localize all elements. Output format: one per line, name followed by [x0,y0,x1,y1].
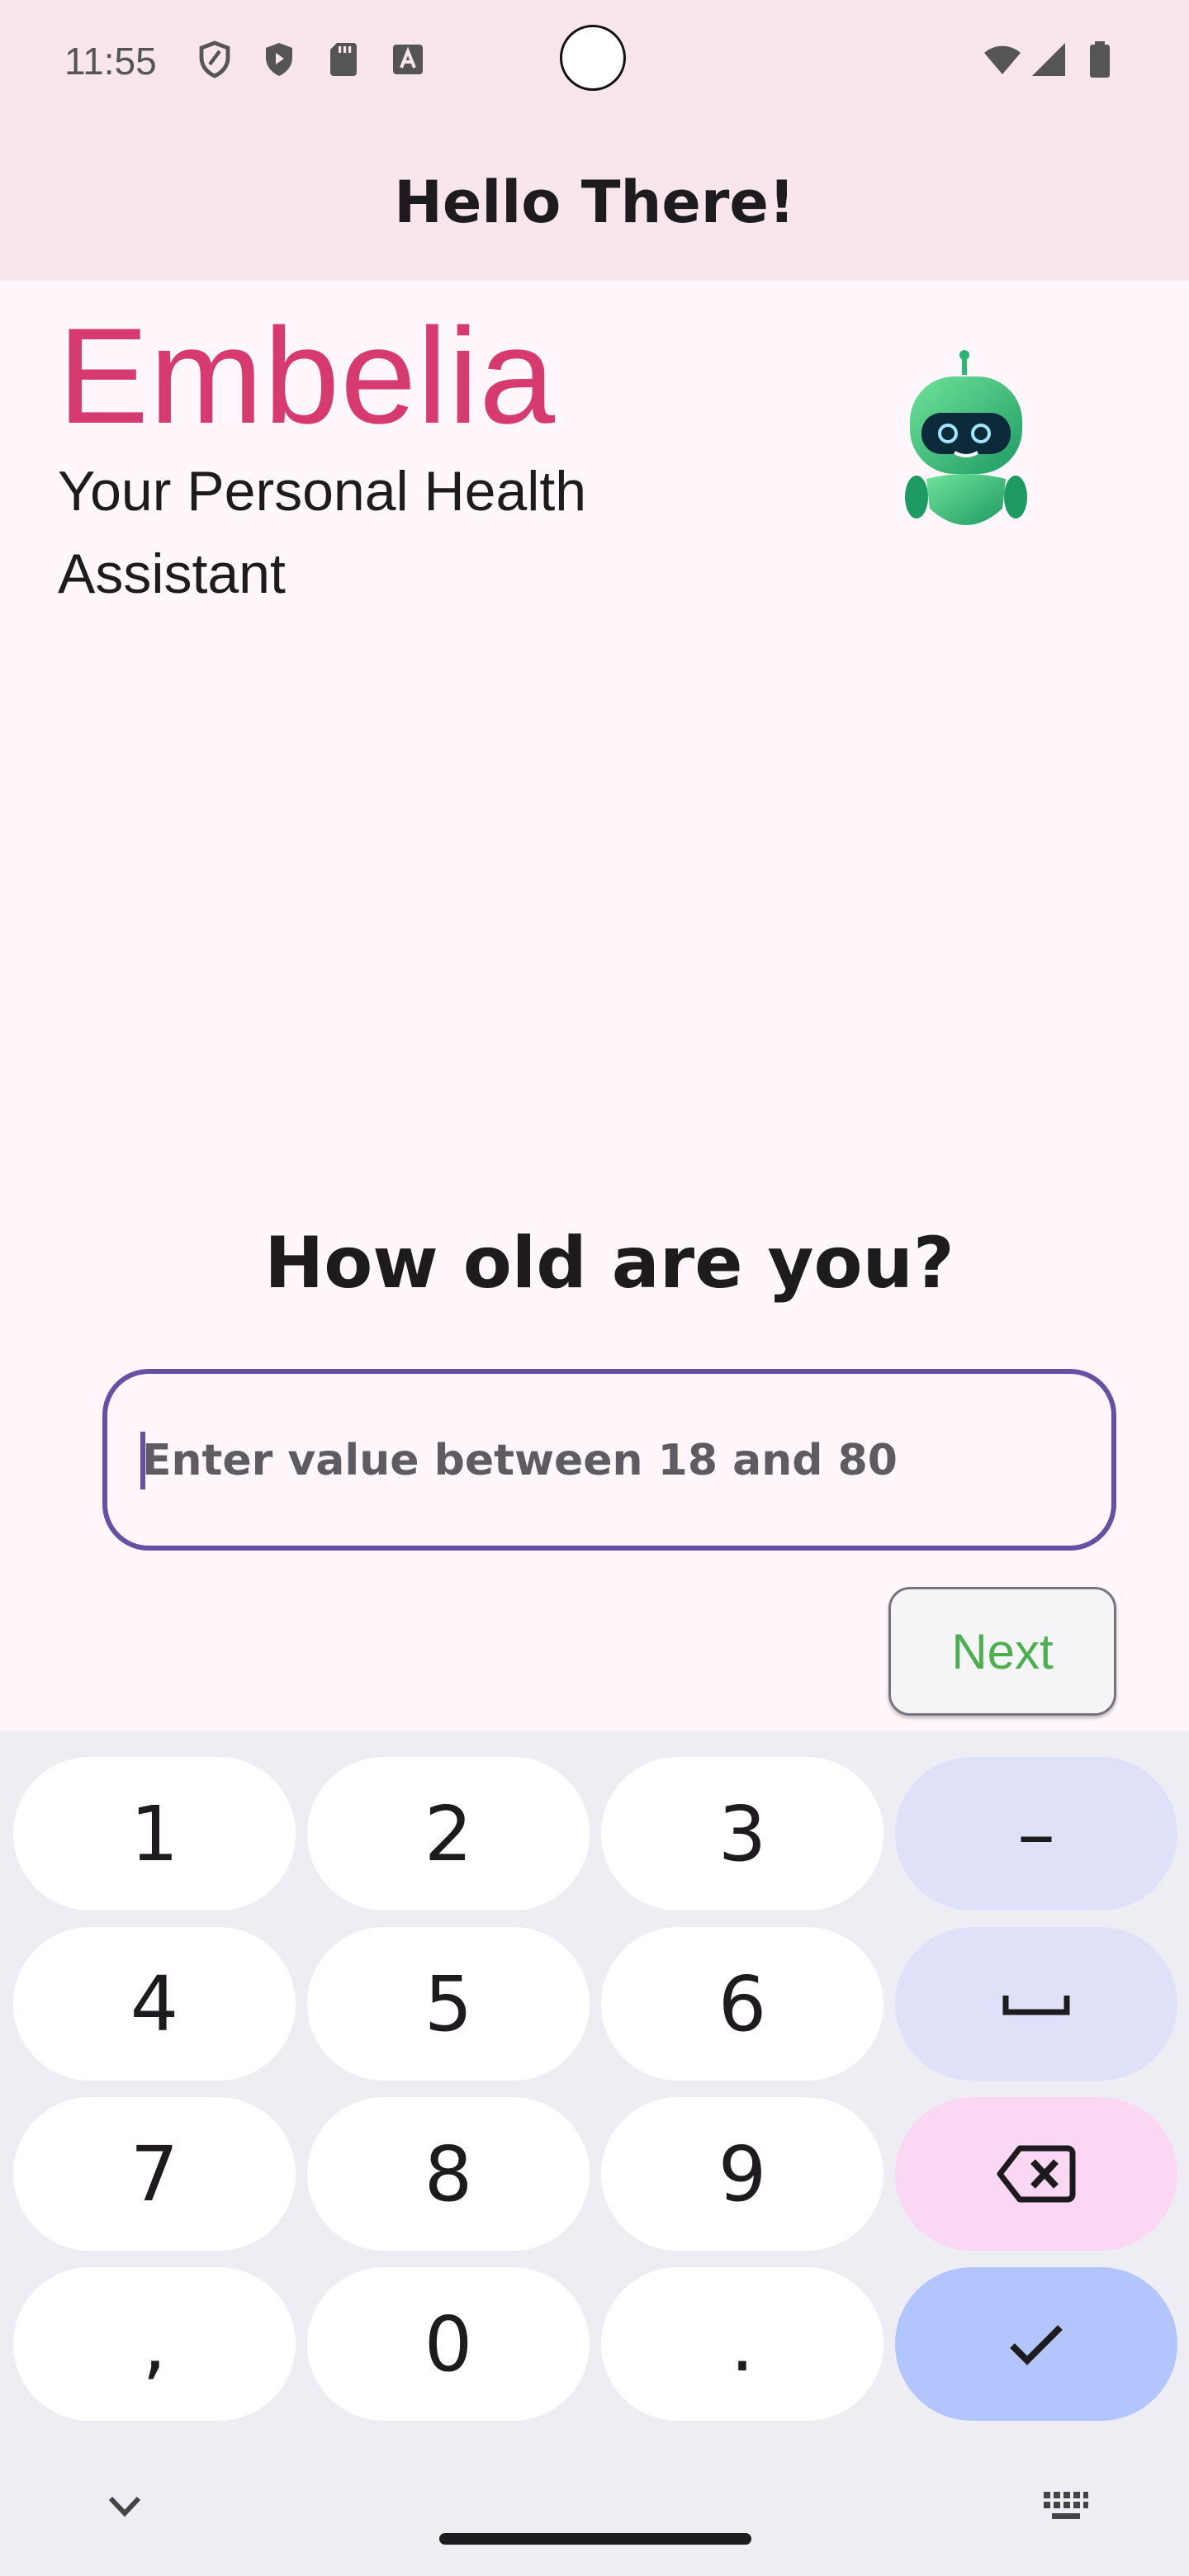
cellular-signal-icon [1032,43,1065,76]
play-shield-icon [266,43,292,76]
checkmark-icon [1010,2325,1063,2365]
key-comma[interactable]: , [13,2267,296,2421]
sd-card-icon [330,43,357,76]
key-2[interactable]: 2 [307,1757,590,1911]
robot-mascot-icon [905,350,1027,525]
chevron-down-icon[interactable] [104,2490,145,2523]
key-8[interactable]: 8 [307,2097,590,2251]
brand-name: Embelia [58,300,557,452]
key-minus[interactable]: – [895,1757,1177,1911]
key-6[interactable]: 6 [601,1927,883,2081]
key-space[interactable] [895,1927,1177,2081]
wifi-icon [984,45,1021,74]
key-9[interactable]: 9 [601,2097,883,2251]
key-period[interactable]: . [601,2267,883,2421]
key-backspace[interactable] [895,2097,1177,2251]
keyboard-switch-icon[interactable] [1042,2488,1090,2526]
key-5[interactable]: 5 [307,1927,590,2081]
key-3[interactable]: 3 [601,1757,883,1911]
shield-outline-icon [199,40,230,78]
brand-tagline: Your Personal Health Assistant [58,460,587,605]
status-time: 11:55 [64,40,157,83]
age-input[interactable] [140,1374,1068,1547]
key-7[interactable]: 7 [13,2097,296,2251]
key-4[interactable]: 4 [13,1927,296,2081]
age-input-field[interactable] [102,1369,1116,1551]
space-bar-icon [1002,1996,1070,2015]
keyboard-a-icon [393,45,423,74]
key-0[interactable]: 0 [307,2267,590,2421]
key-done[interactable] [895,2267,1177,2421]
battery-icon [1090,41,1110,78]
age-question: How old are you? [264,1222,955,1305]
backspace-icon [997,2145,1076,2203]
next-button[interactable]: Next [888,1587,1116,1716]
key-1[interactable]: 1 [13,1757,296,1911]
app-title: Hello There! [394,168,795,236]
home-indicator[interactable] [439,2533,751,2545]
camera-cutout [560,25,626,91]
